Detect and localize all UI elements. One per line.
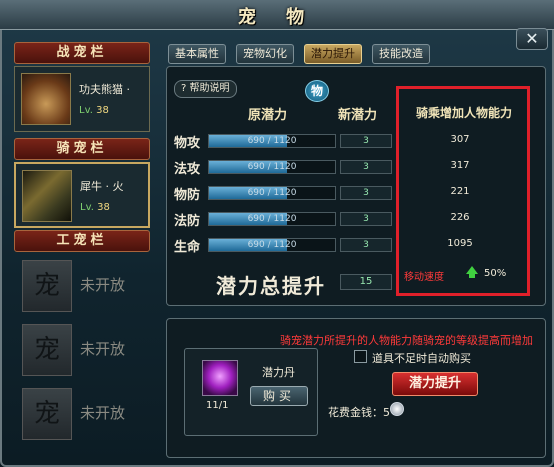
level-label: Lv. (79, 105, 93, 116)
up-arrow-icon-stem (469, 273, 475, 278)
stat-label: 生命 (174, 240, 201, 255)
potential-pill-icon[interactable] (202, 360, 238, 396)
locked-glyph: 宠 (22, 324, 72, 376)
cost-label: 花费金钱：5 (328, 406, 390, 419)
auto-buy-checkbox[interactable] (354, 350, 367, 363)
bonus-value: 226 (450, 212, 470, 223)
battle-pet-card[interactable]: 功夫熊猫 · Lv. 38 (14, 66, 150, 132)
locked-slot: 宠 未开放 (14, 254, 150, 316)
potential-bar-text: 690 / 1120 (247, 136, 297, 146)
new-potential-value: 3 (340, 212, 392, 226)
col-original-potential: 原潜力 (248, 108, 288, 123)
move-speed-label: 移动速度 (404, 272, 444, 283)
close-button[interactable]: ✕ (516, 28, 548, 50)
stat-label: 法攻 (174, 162, 201, 177)
pet-badge-icon: 物 (305, 80, 329, 102)
new-potential-value: 3 (340, 134, 392, 148)
potential-bar: 690 / 1120 (208, 134, 336, 148)
move-speed-value: 50% (484, 268, 507, 279)
locked-slot: 宠 未开放 (14, 318, 150, 380)
item-name: 潜力丹 (262, 366, 295, 379)
locked-label: 未开放 (80, 404, 126, 422)
col-mount-bonus: 骑乘增加人物能力 (415, 106, 512, 120)
locked-glyph: 宠 (22, 388, 72, 440)
bonus-value: 307 (450, 134, 470, 145)
rhino-portrait (22, 170, 72, 222)
battle-pet-name: 功夫熊猫 · (79, 83, 130, 96)
help-button[interactable]: ? 帮助说明 (174, 80, 237, 98)
potential-bar-text: 690 / 1120 (247, 240, 297, 250)
potential-bar-text: 690 / 1120 (247, 214, 297, 224)
potential-bar: 690 / 1120 (208, 212, 336, 226)
upgrade-potential-button[interactable]: 潜力提升 (392, 372, 478, 396)
bonus-value: 1095 (447, 238, 473, 249)
work-pet-header: 工宠栏 (14, 230, 150, 252)
bonus-value: 221 (450, 186, 470, 197)
mount-pet-name: 犀牛 · 火 (80, 180, 124, 193)
battle-pet-level: Lv. 38 (79, 105, 109, 116)
locked-label: 未开放 (80, 276, 126, 294)
level-value: 38 (97, 202, 110, 213)
potential-bar: 690 / 1120 (208, 160, 336, 174)
tab-pet-transform[interactable]: 宠物幻化 (236, 44, 294, 64)
auto-buy-label: 道具不足时自动购买 (372, 352, 471, 365)
stat-label: 物防 (174, 188, 201, 203)
level-value: 38 (96, 105, 109, 116)
tab-skill-modify[interactable]: 技能改造 (372, 44, 430, 64)
panda-portrait (21, 73, 71, 125)
stat-label: 物攻 (174, 136, 201, 151)
new-potential-value: 3 (340, 186, 392, 200)
locked-label: 未开放 (80, 340, 126, 358)
tab-basic-attributes[interactable]: 基本属性 (168, 44, 226, 64)
potential-bar-text: 690 / 1120 (247, 188, 297, 198)
tab-potential-upgrade[interactable]: 潜力提升 (304, 44, 362, 64)
help-label: 帮助说明 (189, 83, 230, 94)
level-label: Lv. (80, 202, 94, 213)
new-potential-value: 3 (340, 238, 392, 252)
total-potential-value: 15 (340, 274, 392, 290)
window-title: 宠 物 (237, 7, 317, 28)
new-potential-value: 3 (340, 160, 392, 174)
battle-pet-header: 战宠栏 (14, 42, 150, 64)
mount-pet-header: 骑宠栏 (14, 138, 150, 160)
total-potential-label: 潜力总提升 (216, 274, 326, 298)
col-new-potential: 新潜力 (338, 108, 378, 123)
potential-bar: 690 / 1120 (208, 186, 336, 200)
potential-bar-text: 690 / 1120 (247, 162, 297, 172)
mount-pet-level: Lv. 38 (80, 202, 110, 213)
upgrade-notice: 骑宠潜力所提升的人物能力随骑宠的等级提高而增加 (280, 334, 533, 347)
stat-label: 法防 (174, 214, 201, 229)
silver-coin-icon (390, 402, 404, 416)
locked-slot: 宠 未开放 (14, 382, 150, 444)
buy-button[interactable]: 购买 (250, 386, 308, 406)
potential-bar: 690 / 1120 (208, 238, 336, 252)
locked-glyph: 宠 (22, 260, 72, 312)
bonus-value: 317 (450, 160, 470, 171)
mount-pet-card[interactable]: 犀牛 · 火 Lv. 38 (14, 162, 150, 228)
item-count: 11/1 (206, 400, 229, 411)
